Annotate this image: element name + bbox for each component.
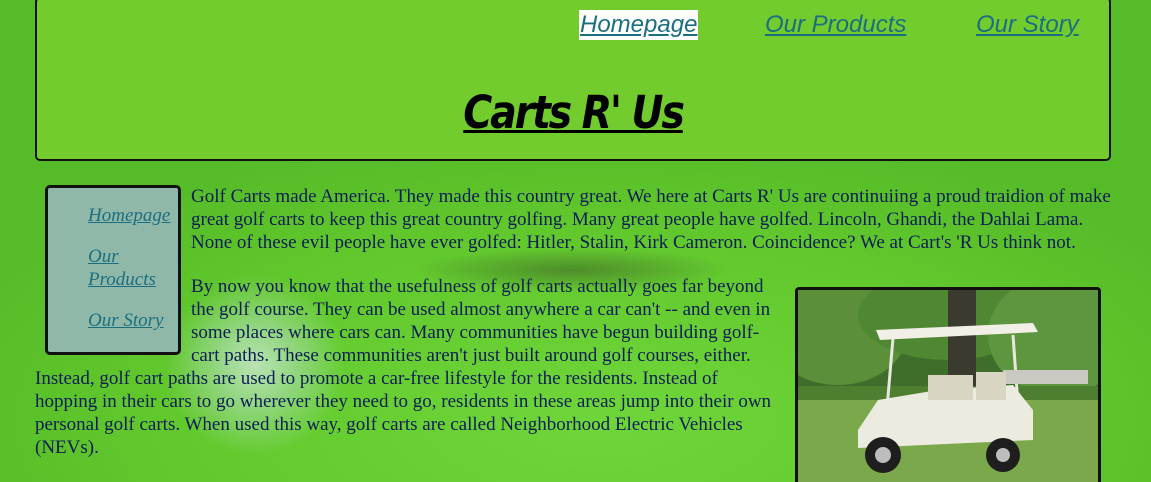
top-nav-story-link[interactable]: Our Story (976, 10, 1079, 40)
top-nav-homepage-link[interactable]: Homepage (579, 10, 699, 40)
side-navigation: Homepage Our Products Our Story (45, 185, 181, 355)
side-nav-story-link[interactable]: Our Story (88, 309, 178, 332)
top-nav-products-link[interactable]: Our Products (765, 10, 906, 40)
golf-cart-photo (795, 287, 1101, 482)
top-navigation: Homepage Our Products Our Story (37, 10, 1109, 42)
intro-paragraph: Golf Carts made America. They made this … (191, 186, 1111, 253)
side-nav-homepage-link[interactable]: Homepage (88, 204, 178, 227)
site-title: Carts R' Us (101, 87, 1044, 139)
site-title-text: Carts R' Us (463, 86, 685, 139)
side-nav-products-link[interactable]: Our Products (88, 245, 178, 291)
golf-cart-image (798, 290, 1098, 482)
main-content: Homepage Our Products Our Story Golf Car… (35, 185, 1111, 482)
header-banner: Homepage Our Products Our Story Carts R'… (35, 0, 1111, 161)
